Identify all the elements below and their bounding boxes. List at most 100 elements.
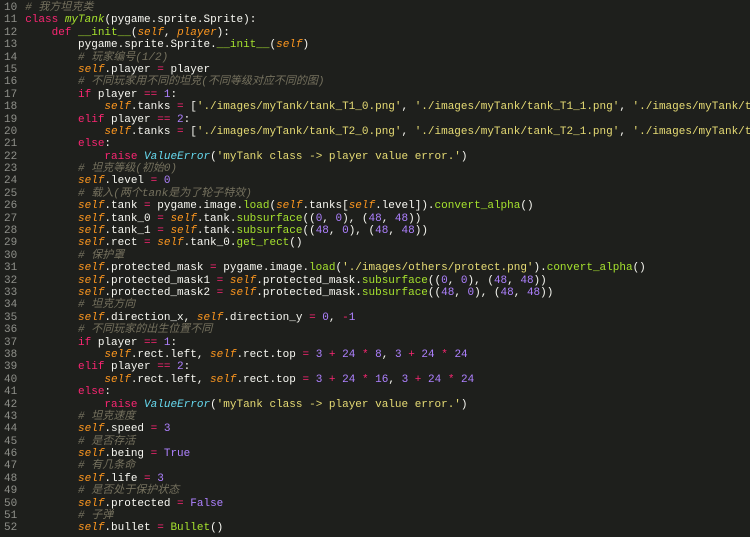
- code-area[interactable]: # 我方坦克类class myTank(pygame.sprite.Sprite…: [25, 0, 750, 535]
- token-pun: .life: [104, 473, 144, 485]
- token-self: self: [78, 275, 104, 287]
- code-line[interactable]: self.rect = self.tank_0.get_rect(): [25, 237, 750, 249]
- code-line[interactable]: self.protected_mask1 = self.protected_ma…: [25, 275, 750, 287]
- token-pun: [25, 262, 78, 274]
- code-line[interactable]: raise ValueError('myTank class -> player…: [25, 399, 750, 411]
- token-num: 3: [164, 423, 171, 435]
- code-line[interactable]: # 坦克等级(初始0): [25, 163, 750, 175]
- code-line[interactable]: # 不同玩家的出生位置不同: [25, 324, 750, 336]
- token-self: self: [170, 225, 196, 237]
- token-attr: sprite: [124, 39, 164, 51]
- token-pun: :: [104, 386, 111, 398]
- token-pun: ,: [329, 312, 342, 324]
- token-op: *: [441, 349, 448, 361]
- token-num: 24: [461, 374, 474, 386]
- code-line[interactable]: else:: [25, 386, 750, 398]
- token-pun: :: [104, 138, 111, 150]
- token-op: =: [309, 312, 316, 324]
- token-pun: ,: [454, 287, 467, 299]
- code-line[interactable]: # 保护罩: [25, 250, 750, 262]
- code-line[interactable]: # 坦克方向: [25, 299, 750, 311]
- token-pun: [25, 522, 78, 534]
- code-line[interactable]: self.protected = False: [25, 498, 750, 510]
- token-pun: .tank: [104, 200, 144, 212]
- code-line[interactable]: self.tank = pygame.image.load(self.tanks…: [25, 200, 750, 212]
- token-op: +: [329, 349, 336, 361]
- line-number: 44: [4, 423, 17, 435]
- token-pun: [25, 299, 78, 311]
- code-line[interactable]: self.protected_mask = pygame.image.load(…: [25, 262, 750, 274]
- token-pun: [25, 39, 78, 51]
- code-line[interactable]: if player == 1:: [25, 89, 750, 101]
- token-op: =: [144, 473, 151, 485]
- line-number: 30: [4, 250, 17, 262]
- code-line[interactable]: # 子弹: [25, 510, 750, 522]
- token-attr: Sprite: [203, 14, 243, 26]
- code-line[interactable]: # 是否处于保护状态: [25, 485, 750, 497]
- code-line[interactable]: raise ValueError('myTank class -> player…: [25, 151, 750, 163]
- code-line[interactable]: self.tank_0 = self.tank.subsurface((0, 0…: [25, 213, 750, 225]
- token-pun: [25, 250, 78, 262]
- token-self: self: [104, 126, 130, 138]
- token-pun: [25, 287, 78, 299]
- token-pun: .rect.top: [236, 374, 302, 386]
- code-line[interactable]: # 载入(两个tank是为了轮子特效): [25, 188, 750, 200]
- token-pun: :: [184, 114, 191, 126]
- token-pun: ,: [382, 213, 395, 225]
- line-number: 25: [4, 188, 17, 200]
- code-line[interactable]: self.level = 0: [25, 175, 750, 187]
- code-line[interactable]: class myTank(pygame.sprite.Sprite):: [25, 14, 750, 26]
- line-number: 35: [4, 312, 17, 324]
- line-number: 14: [4, 52, 17, 64]
- code-line[interactable]: # 我方坦克类: [25, 2, 750, 14]
- code-line[interactable]: self.tanks = ['./images/myTank/tank_T1_0…: [25, 101, 750, 113]
- token-pun: [25, 386, 78, 398]
- token-fn: convert_alpha: [435, 200, 521, 212]
- line-number-gutter: 1011121314151617181920212223242526272829…: [0, 0, 25, 535]
- token-pun: .tanks: [131, 101, 177, 113]
- token-num: 24: [428, 374, 441, 386]
- token-num: 24: [454, 349, 467, 361]
- token-pun: [25, 374, 104, 386]
- code-line[interactable]: self.rect.left, self.rect.top = 3 + 24 *…: [25, 349, 750, 361]
- code-line[interactable]: self.life = 3: [25, 473, 750, 485]
- token-pun: (): [520, 200, 533, 212]
- code-editor[interactable]: 1011121314151617181920212223242526272829…: [0, 0, 750, 535]
- code-line[interactable]: self.speed = 3: [25, 423, 750, 435]
- code-line[interactable]: # 有几条命: [25, 460, 750, 472]
- code-line[interactable]: self.rect.left, self.rect.top = 3 + 24 *…: [25, 374, 750, 386]
- token-cmt: # 玩家编号(1/2): [78, 52, 168, 64]
- token-pun: ): [461, 151, 468, 163]
- token-pun: [25, 349, 104, 361]
- token-attr: pygame: [78, 39, 118, 51]
- code-line[interactable]: # 坦克速度: [25, 411, 750, 423]
- token-pun: [25, 498, 78, 510]
- token-pun: .tank.: [197, 225, 237, 237]
- code-line[interactable]: else:: [25, 138, 750, 150]
- code-line[interactable]: # 不同玩家用不同的坦克(不同等级对应不同的图): [25, 76, 750, 88]
- code-line[interactable]: self.being = True: [25, 448, 750, 460]
- code-line[interactable]: self.direction_x, self.direction_y = 0, …: [25, 312, 750, 324]
- code-line[interactable]: # 玩家编号(1/2): [25, 52, 750, 64]
- token-pun: .bullet: [104, 522, 157, 534]
- code-line[interactable]: if player == 1:: [25, 337, 750, 349]
- token-kw: raise: [104, 151, 137, 163]
- code-line[interactable]: elif player == 2:: [25, 361, 750, 373]
- token-op: =: [157, 225, 164, 237]
- code-line[interactable]: def __init__(self, player):: [25, 27, 750, 39]
- token-pun: ,: [507, 275, 520, 287]
- code-line[interactable]: self.bullet = Bullet(): [25, 522, 750, 534]
- code-line[interactable]: self.tank_1 = self.tank.subsurface((48, …: [25, 225, 750, 237]
- token-self: self: [78, 262, 104, 274]
- token-num: 3: [395, 349, 402, 361]
- token-fn: get_rect: [236, 237, 289, 249]
- code-line[interactable]: # 是否存活: [25, 436, 750, 448]
- code-line[interactable]: self.player = player: [25, 64, 750, 76]
- code-line[interactable]: elif player == 2:: [25, 114, 750, 126]
- token-pun: [25, 237, 78, 249]
- token-pun: .rect.top: [236, 349, 302, 361]
- code-line[interactable]: pygame.sprite.Sprite.__init__(self): [25, 39, 750, 51]
- code-line[interactable]: self.tanks = ['./images/myTank/tank_T2_0…: [25, 126, 750, 138]
- code-line[interactable]: self.protected_mask2 = self.protected_ma…: [25, 287, 750, 299]
- token-attr: sprite: [157, 14, 197, 26]
